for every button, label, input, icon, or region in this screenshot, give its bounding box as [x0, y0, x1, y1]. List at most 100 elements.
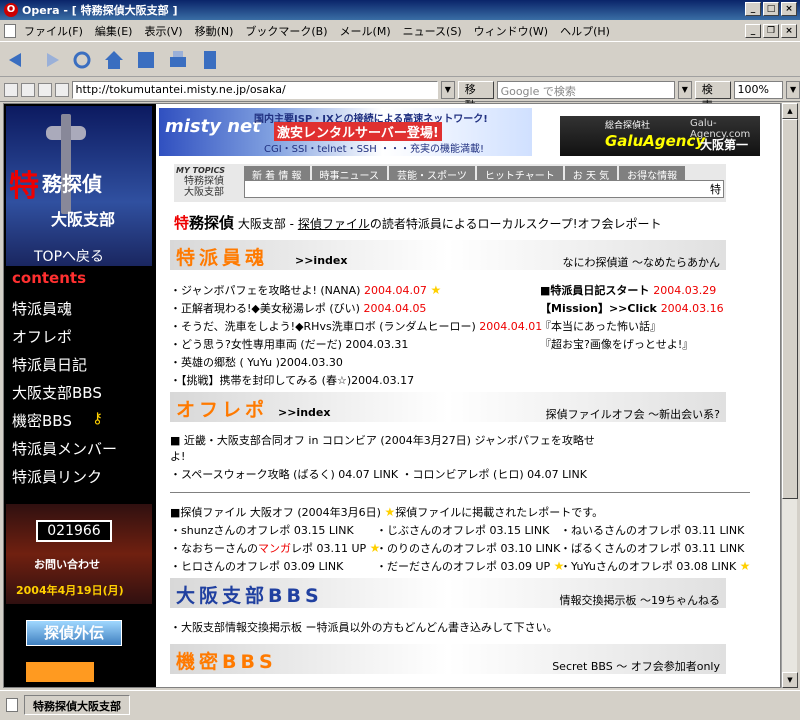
rental-line: 激安レンタルサーバー登場! — [274, 122, 442, 141]
scroll-up-button[interactable]: ▲ — [782, 103, 798, 119]
go-button[interactable]: 移動 — [457, 80, 494, 112]
offrepo-link[interactable]: ・じぶさんのオフレポ 03.15 LINK — [376, 522, 549, 538]
forward-button[interactable] — [38, 48, 62, 72]
hotlist-button[interactable] — [134, 48, 158, 72]
topics-label-2: 特務探偵 大阪支部 — [184, 176, 224, 198]
list-item[interactable]: ・そうだ、洗車をしよう!◆RHvs洗車ロボ (ランダムヒーロー) 2004.04… — [170, 318, 542, 334]
offrepo-link[interactable]: ・shunzさんのオフレポ 03.15 LINK — [170, 522, 354, 538]
maximize-button[interactable]: □ — [763, 2, 779, 16]
topics-label-line2: 大阪支部 — [184, 187, 224, 198]
menu-mail[interactable]: メール(M) — [334, 23, 397, 39]
diary-start-item[interactable]: ■特派員日記スタート 2004.03.29 — [540, 282, 716, 298]
nav-members[interactable]: 特派員メンバー — [12, 438, 117, 459]
search-dropdown[interactable]: ▼ — [677, 80, 692, 99]
scary-story-link[interactable]: 『本当にあった怖い話』 — [540, 318, 661, 334]
nav-osaka-bbs[interactable]: 大阪支部BBS — [12, 382, 102, 403]
tantei-file-link[interactable]: 探偵ファイル — [298, 217, 370, 231]
misty-banner[interactable]: misty net 国内主要ISP・IXとの接続による高速ネットワーク! 激安レ… — [159, 108, 532, 156]
offrepo-link[interactable]: ・YuYuさんのオフレポ 03.08 LINK ★ — [560, 558, 750, 574]
back-button[interactable] — [6, 48, 30, 72]
item-date: 2004.03.29 — [653, 284, 717, 297]
scroll-thumb[interactable] — [782, 119, 798, 499]
section-title: 特派員魂 — [176, 247, 269, 269]
scroll-down-button[interactable]: ▼ — [782, 672, 798, 688]
doc-minimize-button[interactable]: _ — [745, 24, 761, 38]
offrepo-link[interactable]: ・だーださんのオフレポ 03.09 UP ★ — [376, 558, 564, 574]
offrepo-link[interactable]: ・ばるくさんのオフレポ 03.11 LINK — [560, 540, 744, 556]
item-text: ■特派員日記スタート — [540, 284, 654, 297]
heading-text: ■探偵ファイル 大阪オフ (2004年3月6日) — [170, 506, 385, 519]
galu-banner[interactable]: 総合探偵社 Galu-Agency.com GaluAgency 大阪第一 — [560, 116, 760, 156]
vertical-scrollbar[interactable]: ▲ ▼ — [781, 103, 798, 688]
logo-char: 特 — [9, 169, 39, 204]
menu-edit[interactable]: 編集(E) — [89, 23, 139, 39]
search-input[interactable]: Google で検索 — [496, 80, 675, 99]
left-column: 特 務探偵 大阪支部 TOPへ戻る contents 特派員魂 オフレポ 特派員… — [4, 104, 156, 687]
gaiden-banner[interactable]: 探偵外伝 — [26, 620, 122, 646]
menu-view[interactable]: 表示(V) — [138, 23, 188, 39]
offrepo-headline[interactable]: ■ 近畿・大阪支部合同オフ in コロンビア (2004年3月27日) ジャンボ… — [170, 432, 595, 448]
visitor-counter: 021966 — [36, 520, 112, 542]
section-secret-bbs-header: 機密BBS Secret BBS 〜 オフ会参加者only — [170, 644, 726, 674]
item-text: ・そうだ、洗車をしよう!◆RHvs洗車ロボ (ランダムヒーロー) — [170, 320, 480, 333]
orange-banner[interactable] — [26, 662, 94, 682]
galu-sub: 総合探偵社 — [605, 121, 651, 131]
zoom-select[interactable]: 100% — [733, 80, 784, 99]
address-dropdown[interactable]: ▼ — [440, 80, 455, 99]
forward-arrow-icon — [47, 52, 59, 67]
page-button[interactable] — [198, 48, 222, 72]
link-text: ・なおちーさんの — [170, 542, 258, 555]
home-button[interactable] — [102, 48, 126, 72]
nav-diary[interactable]: 特派員日記 — [12, 354, 87, 375]
offrepo-link[interactable]: ・ヒロさんのオフレポ 03.09 LINK — [170, 558, 343, 574]
image-icon[interactable] — [37, 82, 52, 97]
menu-help[interactable]: ヘルプ(H) — [554, 23, 616, 39]
list-item[interactable]: ・ジャンボパフェを攻略せよ! (NANA) 2004.04.07 ★ — [170, 282, 441, 298]
list-item[interactable]: ・【挑戦】携帯を封印してみる (春☆)2004.03.17 — [170, 372, 414, 388]
zoom-dropdown[interactable]: ▼ — [786, 80, 800, 99]
nav-tokuhain-tamashii[interactable]: 特派員魂 — [12, 298, 72, 319]
search-button[interactable]: 検索 — [694, 80, 731, 112]
reload-icon — [73, 51, 91, 68]
reload-button[interactable] — [70, 48, 94, 72]
nav-links[interactable]: 特派員リンク — [12, 466, 102, 487]
bbs-link[interactable]: ・大阪支部情報交換掲示板 ー特派員以外の方もどんどん書き込みして下さい。 — [170, 619, 558, 635]
menu-news[interactable]: ニュース(S) — [397, 23, 468, 39]
contact-link[interactable]: お問い合わせ — [34, 556, 100, 572]
minimize-button[interactable]: _ — [745, 2, 761, 16]
list-item[interactable]: ・正解者現わる!◆美女秘湯レポ (びい) 2004.04.05 — [170, 300, 426, 316]
print-button[interactable] — [166, 48, 190, 72]
hotlist-icon — [138, 51, 154, 68]
key-icon: ⚷ — [92, 409, 103, 427]
menu-window[interactable]: ウィンドウ(W) — [468, 23, 554, 39]
offrepo-line[interactable]: ・スペースウォーク攻略 (ばるく) 04.07 LINK ・コロンビアレポ (ヒ… — [170, 466, 587, 482]
doc-restore-button[interactable]: ❐ — [763, 24, 779, 38]
item-date: 2004.04.07 — [363, 284, 427, 297]
cookie-icon[interactable] — [20, 82, 35, 97]
offrepo-link[interactable]: ・なおちーさんのマンガレポ 03.11 UP ★ — [170, 540, 380, 556]
mission-item[interactable]: 【Mission】>>Click 2004.03.16 — [540, 300, 724, 316]
close-button[interactable]: × — [781, 2, 797, 16]
menu-file[interactable]: ファイル(F) — [18, 23, 89, 39]
treasure-image-link[interactable]: 『超お宝?画像をげっとせよ!』 — [540, 336, 693, 352]
menu-bookmarks[interactable]: ブックマーク(B) — [239, 23, 333, 39]
page-info-icon[interactable] — [54, 82, 69, 97]
list-item[interactable]: ・英雄の郷愁 ( YuYu )2004.03.30 — [170, 354, 343, 370]
topics-label: MY TOPICS — [176, 166, 225, 175]
doc-close-button[interactable]: × — [781, 24, 797, 38]
list-item[interactable]: ・どう思う?女性専用車両 (だーだ) 2004.03.31 — [170, 336, 408, 352]
nav-offrepo[interactable]: オフレポ — [12, 326, 72, 347]
document-icon — [4, 23, 16, 38]
page-content: 特 務探偵 大阪支部 TOPへ戻る contents 特派員魂 オフレポ 特派員… — [3, 103, 781, 688]
menu-navigate[interactable]: 移動(N) — [189, 23, 240, 39]
address-input[interactable]: http://tokumutantei.misty.ne.jp/osaka/ — [71, 80, 438, 99]
top-link[interactable]: TOPへ戻る — [34, 246, 104, 266]
today-date: 2004年4月19日(月) — [16, 584, 124, 597]
offrepo-link[interactable]: ・ねいるさんのオフレポ 03.11 LINK — [560, 522, 744, 538]
nav-secret-bbs[interactable]: 機密BBS — [12, 410, 72, 431]
lock-icon[interactable] — [4, 82, 18, 97]
offrepo-link[interactable]: ・のりのさんのオフレポ 03.10 LINK — [376, 540, 560, 556]
link-text: ・YuYuさんのオフレポ 03.08 LINK — [560, 560, 737, 573]
section-index-link[interactable]: >>index — [295, 254, 347, 267]
section-index-link[interactable]: >>index — [278, 406, 330, 419]
